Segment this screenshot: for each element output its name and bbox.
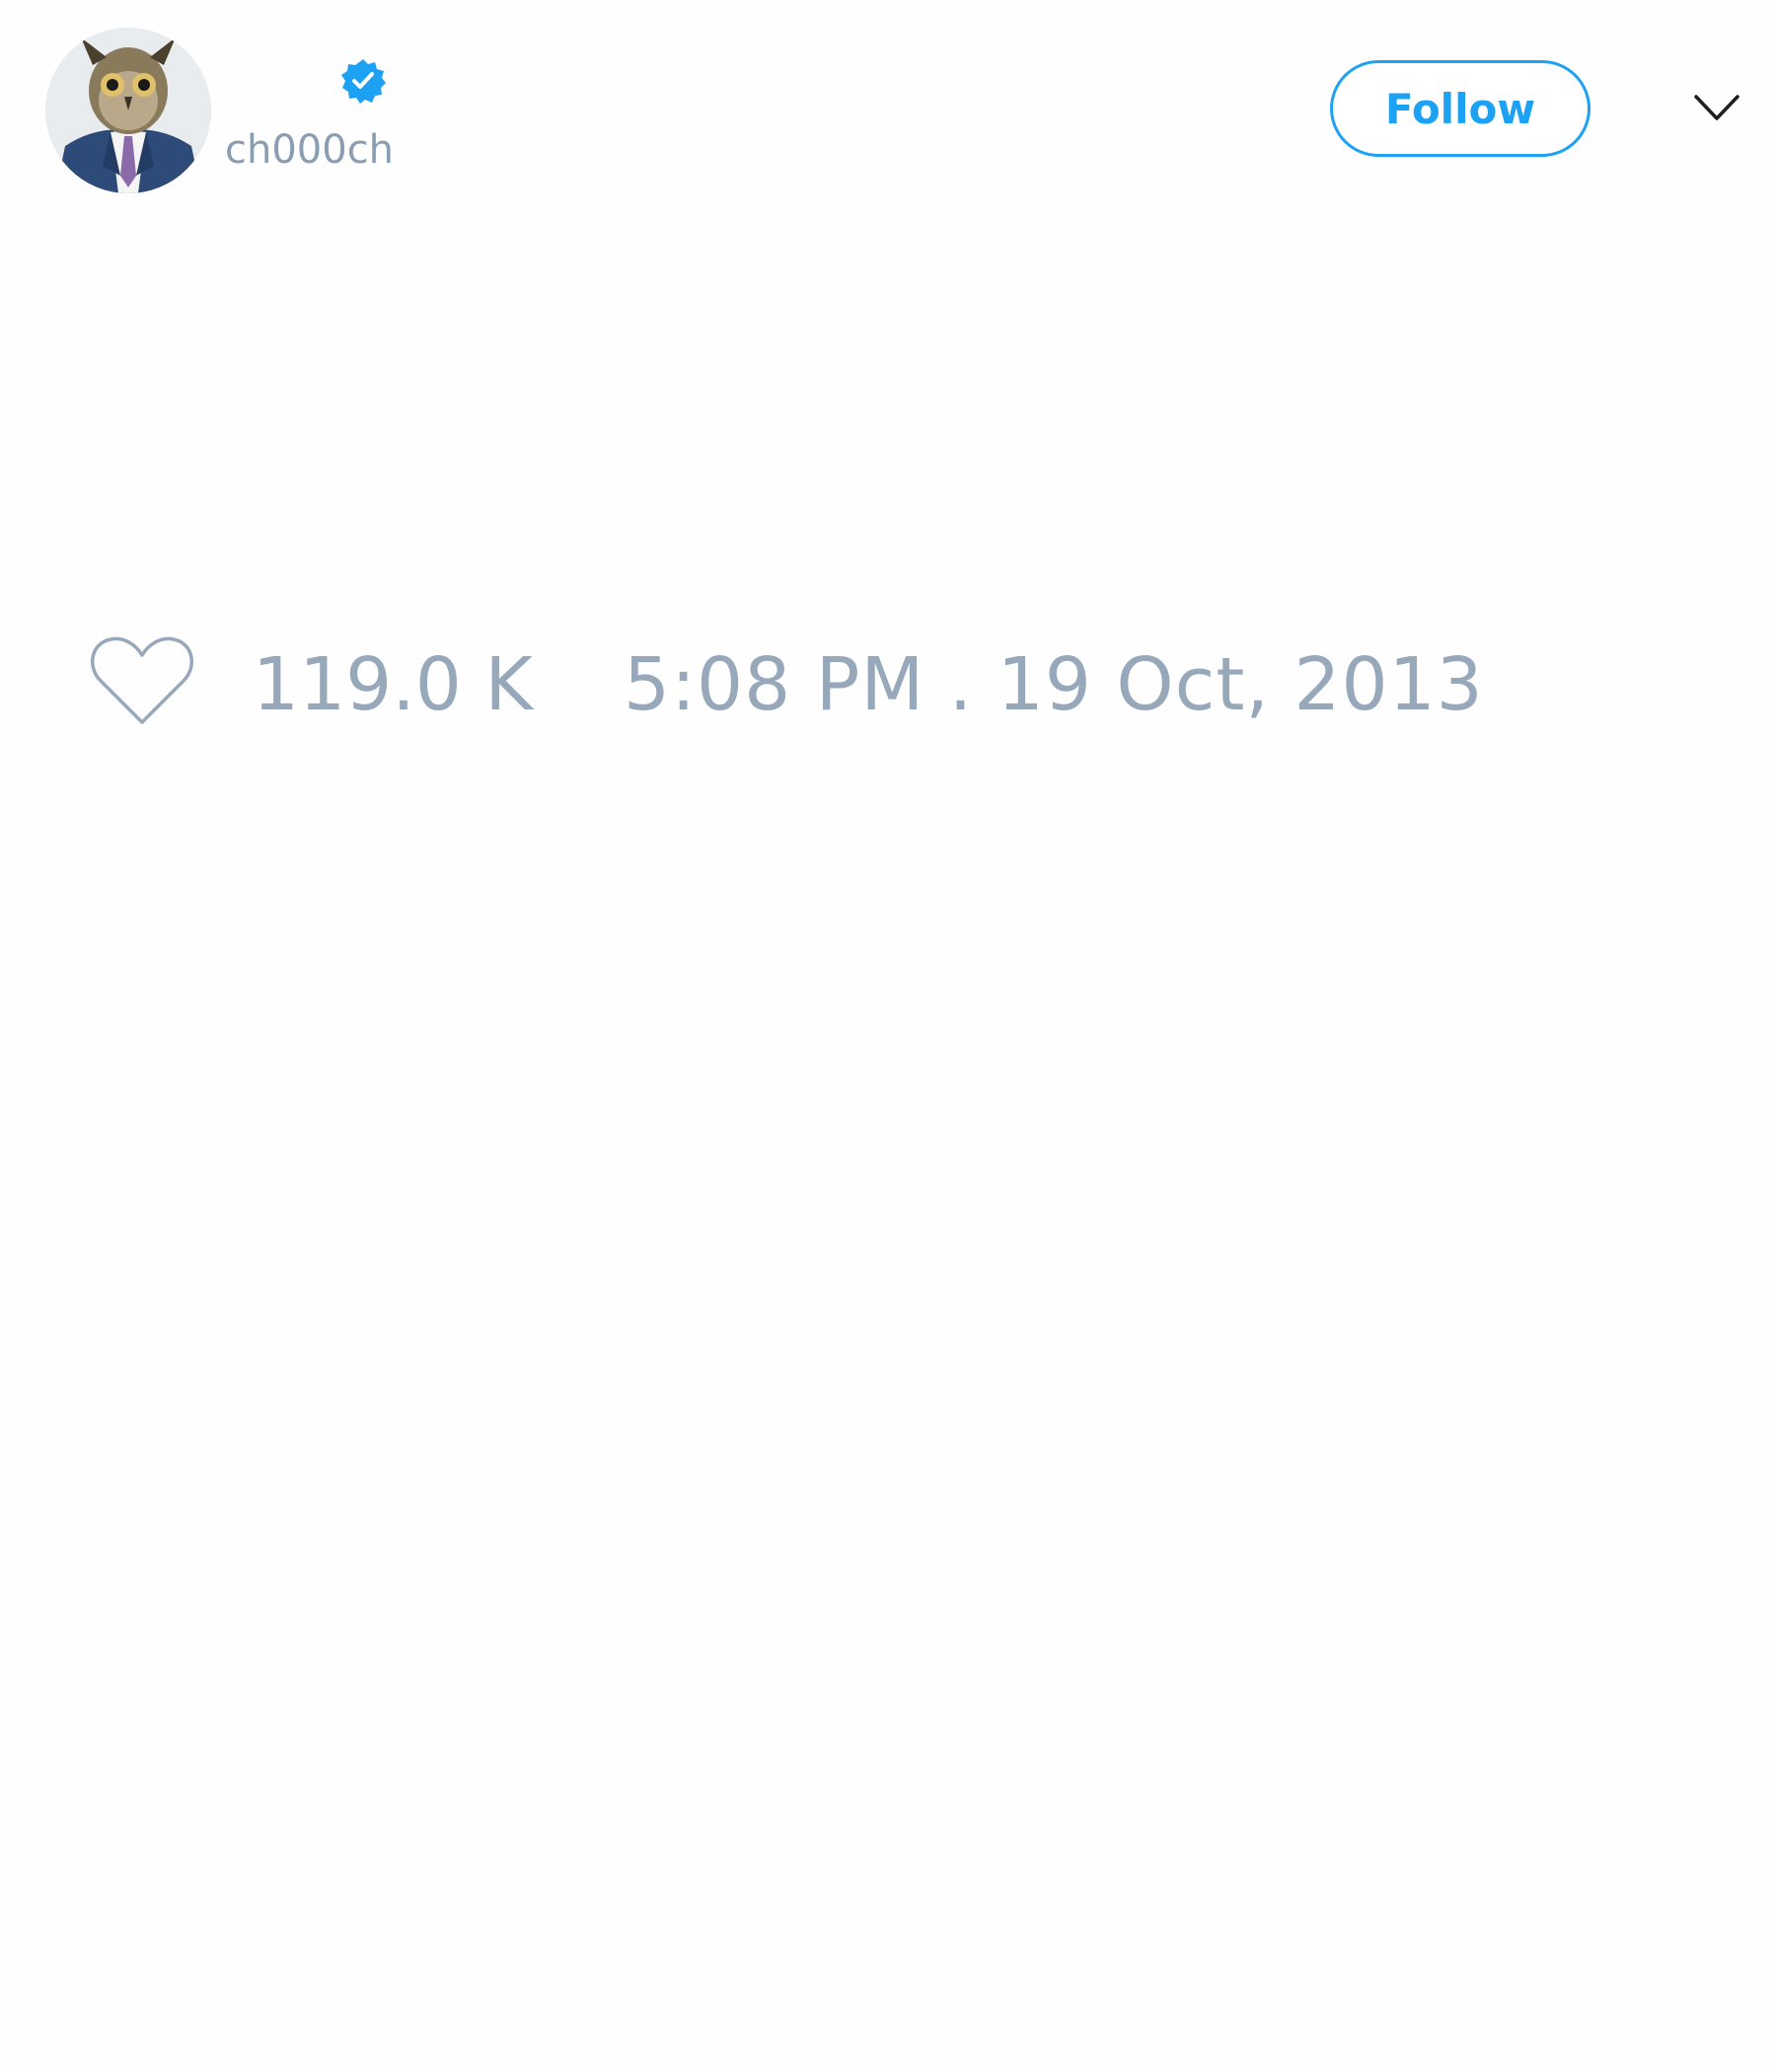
owl-avatar-icon <box>45 28 211 193</box>
chevron-down-icon[interactable] <box>1692 91 1741 124</box>
follow-button[interactable]: Follow <box>1330 60 1591 157</box>
like-count: 119.0 K <box>253 642 533 727</box>
heart-icon[interactable] <box>89 631 195 730</box>
tweet-timestamp[interactable]: 5:08 PM . 19 Oct, 2013 <box>624 641 1484 728</box>
verified-badge-icon <box>339 57 387 105</box>
tweet-meta-row: 119.0 K 5:08 PM . 19 Oct, 2013 <box>0 631 1776 730</box>
author-handle[interactable]: ch000ch <box>225 126 394 174</box>
avatar[interactable] <box>45 28 211 193</box>
tweet-header: ch000ch Follow <box>0 0 1776 227</box>
